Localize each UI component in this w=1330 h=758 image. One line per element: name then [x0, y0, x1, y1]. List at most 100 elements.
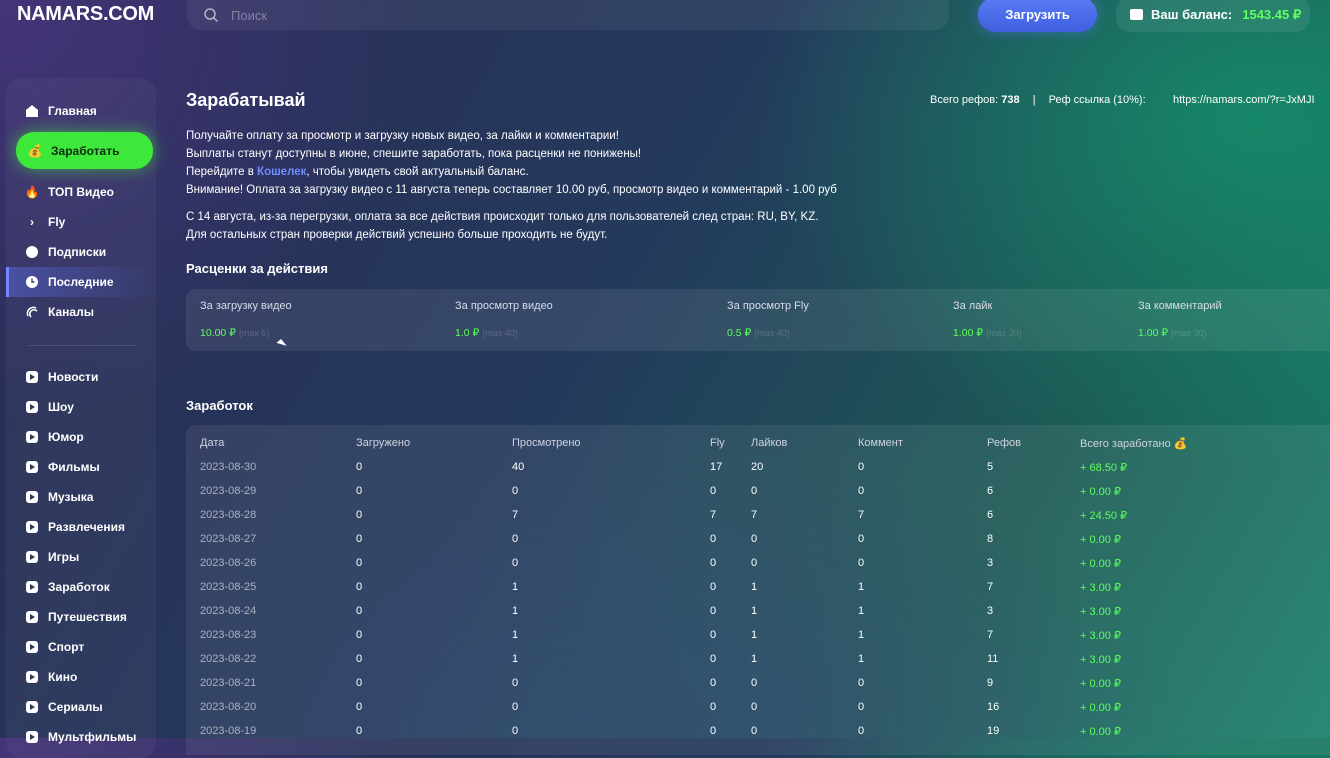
- table-cell: 0: [710, 629, 717, 641]
- sidebar-item-label: Последние: [48, 275, 114, 289]
- table-cell: 7: [987, 629, 994, 641]
- table-cell: 0: [710, 653, 717, 665]
- table-cell: 0: [858, 557, 865, 569]
- sidebar-item-label: Мультфильмы: [48, 730, 137, 744]
- table-cell: + 3.00 ₽: [1080, 582, 1121, 594]
- sidebar-item-label: Главная: [48, 104, 97, 118]
- sidebar-category-travel[interactable]: Путешествия: [6, 602, 156, 632]
- table-cell: 0: [858, 533, 865, 545]
- play-icon: [26, 491, 38, 503]
- ref-link[interactable]: https://namars.com/?r=JxMJI: [1173, 94, 1315, 106]
- sidebar-category-show[interactable]: Шоу: [6, 392, 156, 422]
- table-cell: 2023-08-23: [200, 629, 257, 641]
- earnings-table: Дата Загружено Просмотрено Fly Лайков Коммент…: [186, 425, 1330, 755]
- table-cell: 3: [987, 557, 994, 569]
- table-cell: 3: [987, 605, 994, 617]
- price-value: 10.00 ₽ (max 5): [200, 327, 270, 339]
- sidebar-category-entertainment[interactable]: Развлечения: [6, 512, 156, 542]
- balance-label: Ваш баланс:: [1151, 7, 1233, 22]
- wallet-link[interactable]: Кошелек: [257, 166, 306, 178]
- sidebar-item-subscriptions[interactable]: Подписки: [6, 237, 156, 267]
- info-line: Выплаты станут доступны в июне, спешите …: [186, 148, 642, 160]
- table-cell: 1: [751, 653, 758, 665]
- table-cell: 0: [356, 725, 363, 737]
- table-cell: 6: [987, 509, 994, 521]
- balance-widget[interactable]: Ваш баланс: 1543.45 ₽: [1116, 0, 1310, 32]
- table-cell: 2023-08-21: [200, 677, 257, 689]
- sidebar-item-label: Развлечения: [48, 520, 125, 534]
- table-cell: 19: [987, 725, 1000, 737]
- table-cell: 8: [987, 533, 994, 545]
- table-cell: 0: [356, 701, 363, 713]
- sidebar-category-cartoons[interactable]: Мультфильмы: [6, 722, 156, 752]
- sidebar-item-fly[interactable]: › Fly: [6, 207, 156, 237]
- sidebar-category-music[interactable]: Музыка: [6, 482, 156, 512]
- table-cell: 0: [356, 533, 363, 545]
- sidebar-item-label: Заработать: [51, 143, 120, 158]
- table-cell: 0: [710, 605, 717, 617]
- sidebar-category-earnings[interactable]: Заработок: [6, 572, 156, 602]
- sidebar-item-channels[interactable]: Каналы: [6, 297, 156, 327]
- sidebar-item-label: Кино: [48, 670, 78, 684]
- sidebar-item-label: Fly: [48, 215, 66, 229]
- refs-count: 738: [1001, 94, 1020, 106]
- prices-panel: За загрузку видео 10.00 ₽ (max 5) За прос…: [186, 289, 1330, 351]
- sidebar-item-top-videos[interactable]: 🔥 ТОП Видео: [6, 177, 156, 207]
- search-input[interactable]: [229, 6, 913, 24]
- table-cell: + 0.00 ₽: [1080, 726, 1121, 738]
- play-icon: [26, 701, 38, 713]
- table-cell: 0: [858, 677, 865, 689]
- table-cell: 40: [512, 461, 525, 473]
- play-icon: [26, 431, 38, 443]
- site-logo[interactable]: NAMARS.COM: [17, 3, 154, 26]
- sidebar-category-humor[interactable]: Юмор: [6, 422, 156, 452]
- sidebar: Главная 💰 Заработать 🔥 ТОП Видео › Fly П…: [6, 78, 156, 758]
- earnings-title: Заработок: [186, 398, 253, 413]
- table-cell: 2023-08-27: [200, 533, 257, 545]
- sidebar-category-games[interactable]: Игры: [6, 542, 156, 572]
- clock-icon: [25, 275, 39, 289]
- table-cell: 7: [710, 509, 717, 521]
- table-cell: 2023-08-28: [200, 509, 257, 521]
- table-cell: 0: [710, 581, 717, 593]
- table-cell: 0: [356, 581, 363, 593]
- table-cell: 7: [858, 509, 865, 521]
- sidebar-category-cinema[interactable]: Кино: [6, 662, 156, 692]
- table-cell: 0: [710, 701, 717, 713]
- play-icon: [26, 641, 38, 653]
- sidebar-item-label: Сериалы: [48, 700, 103, 714]
- search-bar: [187, 0, 949, 30]
- sidebar-item-home[interactable]: Главная: [6, 96, 156, 126]
- table-cell: + 0.00 ₽: [1080, 486, 1121, 498]
- table-cell: + 68.50 ₽: [1080, 462, 1128, 474]
- table-cell: 0: [512, 533, 519, 545]
- sidebar-item-label: Путешествия: [48, 610, 127, 624]
- table-cell: 9: [987, 677, 994, 689]
- table-cell: 1: [751, 605, 758, 617]
- table-cell: 0: [710, 725, 717, 737]
- sidebar-item-label: Каналы: [48, 305, 94, 319]
- info-text: Перейдите в: [186, 166, 258, 178]
- sidebar-category-news[interactable]: Новости: [6, 362, 156, 392]
- table-cell: 2023-08-19: [200, 725, 257, 737]
- table-header-cell: Лайков: [751, 437, 788, 449]
- table-cell: 2023-08-22: [200, 653, 257, 665]
- sidebar-item-label: Фильмы: [48, 460, 100, 474]
- sidebar-item-label: Подписки: [48, 245, 107, 259]
- table-header-cell: Fly: [710, 437, 725, 449]
- table-cell: + 3.00 ₽: [1080, 654, 1121, 666]
- sidebar-item-recent[interactable]: Последние: [6, 267, 156, 297]
- refs-separator: |: [1032, 94, 1036, 106]
- info-line: С 14 августа, из-за перегрузки, оплата з…: [186, 211, 819, 223]
- sidebar-item-earn[interactable]: 💰 Заработать: [16, 132, 153, 169]
- table-cell: 0: [751, 533, 758, 545]
- sidebar-category-series[interactable]: Сериалы: [6, 692, 156, 722]
- sidebar-category-sport[interactable]: Спорт: [6, 632, 156, 662]
- table-cell: 0: [356, 629, 363, 641]
- table-cell: 0: [751, 701, 758, 713]
- table-cell: 0: [751, 557, 758, 569]
- table-header-cell: Просмотрено: [512, 437, 581, 449]
- upload-button[interactable]: Загрузить: [978, 0, 1097, 32]
- sidebar-item-label: Юмор: [48, 430, 84, 444]
- sidebar-category-films[interactable]: Фильмы: [6, 452, 156, 482]
